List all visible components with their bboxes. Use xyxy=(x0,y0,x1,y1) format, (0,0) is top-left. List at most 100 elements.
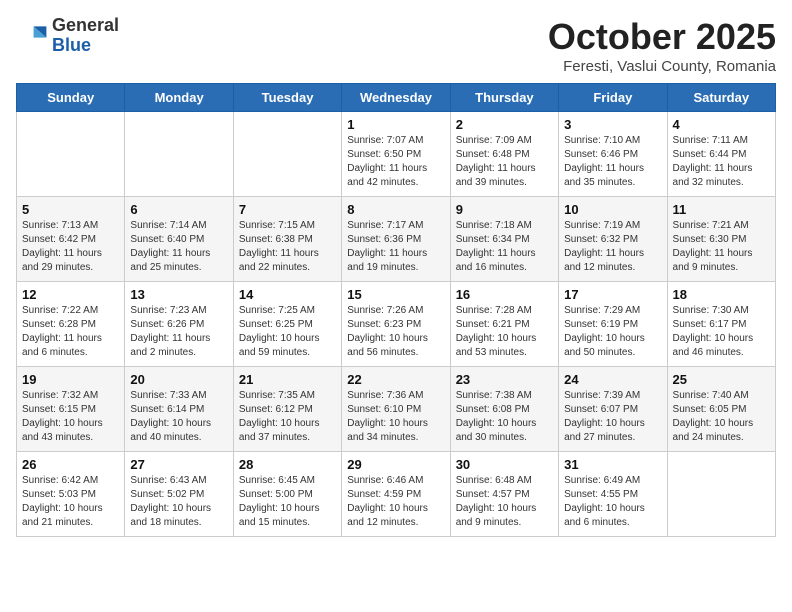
day-number: 5 xyxy=(22,202,119,217)
day-info: Sunrise: 7:17 AM Sunset: 6:36 PM Dayligh… xyxy=(347,219,444,275)
day-info: Sunrise: 6:49 AM Sunset: 4:55 PM Dayligh… xyxy=(564,474,661,530)
day-number: 14 xyxy=(239,287,336,302)
page-header: General Blue October 2025 Feresti, Vaslu… xyxy=(16,16,776,75)
calendar-day-cell: 31 Sunrise: 6:49 AM Sunset: 4:55 PM Dayli… xyxy=(559,452,667,537)
calendar-day-cell: 15Sunrise: 7:26 AM Sunset: 6:23 PM Dayli… xyxy=(342,282,450,367)
weekday-header-row: SundayMondayTuesdayWednesdayThursdayFrid… xyxy=(17,84,776,112)
weekday-header-cell: Monday xyxy=(125,84,233,112)
day-number: 18 xyxy=(673,287,770,302)
calendar-day-cell: 6 Sunrise: 7:14 AM Sunset: 6:40 PM Daylig… xyxy=(125,197,233,282)
day-info: Sunrise: 7:18 AM Sunset: 6:34 PM Dayligh… xyxy=(456,219,553,275)
calendar-day-cell: 17Sunrise: 7:29 AM Sunset: 6:19 PM Dayli… xyxy=(559,282,667,367)
day-info: Sunrise: 7:35 AM Sunset: 6:12 PM Dayligh… xyxy=(239,389,336,445)
day-number: 10 xyxy=(564,202,661,217)
calendar-day-cell: 4Sunrise: 7:11 AM Sunset: 6:44 PM Daylig… xyxy=(667,112,775,197)
day-number: 22 xyxy=(347,372,444,387)
day-info: Sunrise: 7:39 AM Sunset: 6:07 PM Dayligh… xyxy=(564,389,661,445)
day-number: 17 xyxy=(564,287,661,302)
day-info: Sunrise: 7:30 AM Sunset: 6:17 PM Dayligh… xyxy=(673,304,770,360)
day-number: 29 xyxy=(347,457,444,472)
calendar-day-cell: 1 Sunrise: 7:07 AM Sunset: 6:50 PM Daylig… xyxy=(342,112,450,197)
day-number: 31 xyxy=(564,457,661,472)
calendar-day-cell: 13 Sunrise: 7:23 AM Sunset: 6:26 PM Dayli… xyxy=(125,282,233,367)
logo-general-text: General xyxy=(52,15,119,35)
day-info: Sunrise: 7:22 AM Sunset: 6:28 PM Dayligh… xyxy=(22,304,119,360)
day-number: 1 xyxy=(347,117,444,132)
day-info: Sunrise: 7:07 AM Sunset: 6:50 PM Dayligh… xyxy=(347,134,444,190)
logo: General Blue xyxy=(16,16,119,56)
day-info: Sunrise: 6:43 AM Sunset: 5:02 PM Dayligh… xyxy=(130,474,227,530)
day-info: Sunrise: 7:10 AM Sunset: 6:46 PM Dayligh… xyxy=(564,134,661,190)
calendar-day-cell xyxy=(667,452,775,537)
calendar-day-cell: 25 Sunrise: 7:40 AM Sunset: 6:05 PM Dayli… xyxy=(667,367,775,452)
calendar-week-row: 1 Sunrise: 7:07 AM Sunset: 6:50 PM Daylig… xyxy=(17,112,776,197)
calendar-day-cell: 29Sunrise: 6:46 AM Sunset: 4:59 PM Dayli… xyxy=(342,452,450,537)
day-info: Sunrise: 7:13 AM Sunset: 6:42 PM Dayligh… xyxy=(22,219,119,275)
calendar-day-cell: 9 Sunrise: 7:18 AM Sunset: 6:34 PM Daylig… xyxy=(450,197,558,282)
calendar-body: 1 Sunrise: 7:07 AM Sunset: 6:50 PM Daylig… xyxy=(17,112,776,537)
calendar-day-cell xyxy=(233,112,341,197)
day-info: Sunrise: 6:48 AM Sunset: 4:57 PM Dayligh… xyxy=(456,474,553,530)
calendar-day-cell: 28 Sunrise: 6:45 AM Sunset: 5:00 PM Dayli… xyxy=(233,452,341,537)
calendar-day-cell: 18 Sunrise: 7:30 AM Sunset: 6:17 PM Dayli… xyxy=(667,282,775,367)
weekday-header-cell: Wednesday xyxy=(342,84,450,112)
day-info: Sunrise: 7:28 AM Sunset: 6:21 PM Dayligh… xyxy=(456,304,553,360)
calendar-day-cell: 16 Sunrise: 7:28 AM Sunset: 6:21 PM Dayli… xyxy=(450,282,558,367)
day-number: 3 xyxy=(564,117,661,132)
day-number: 25 xyxy=(673,372,770,387)
calendar-day-cell: 8 Sunrise: 7:17 AM Sunset: 6:36 PM Daylig… xyxy=(342,197,450,282)
day-info: Sunrise: 6:42 AM Sunset: 5:03 PM Dayligh… xyxy=(22,474,119,530)
day-info: Sunrise: 7:14 AM Sunset: 6:40 PM Dayligh… xyxy=(130,219,227,275)
day-info: Sunrise: 6:45 AM Sunset: 5:00 PM Dayligh… xyxy=(239,474,336,530)
calendar-day-cell: 26 Sunrise: 6:42 AM Sunset: 5:03 PM Dayli… xyxy=(17,452,125,537)
calendar-day-cell: 27 Sunrise: 6:43 AM Sunset: 5:02 PM Dayli… xyxy=(125,452,233,537)
calendar-day-cell: 5 Sunrise: 7:13 AM Sunset: 6:42 PM Daylig… xyxy=(17,197,125,282)
day-number: 30 xyxy=(456,457,553,472)
day-number: 9 xyxy=(456,202,553,217)
weekday-header-cell: Tuesday xyxy=(233,84,341,112)
weekday-header-cell: Friday xyxy=(559,84,667,112)
day-info: Sunrise: 7:15 AM Sunset: 6:38 PM Dayligh… xyxy=(239,219,336,275)
day-number: 8 xyxy=(347,202,444,217)
calendar-day-cell xyxy=(17,112,125,197)
calendar-day-cell: 12Sunrise: 7:22 AM Sunset: 6:28 PM Dayli… xyxy=(17,282,125,367)
day-number: 27 xyxy=(130,457,227,472)
calendar-day-cell: 2 Sunrise: 7:09 AM Sunset: 6:48 PM Daylig… xyxy=(450,112,558,197)
day-number: 15 xyxy=(347,287,444,302)
day-info: Sunrise: 7:09 AM Sunset: 6:48 PM Dayligh… xyxy=(456,134,553,190)
calendar-day-cell: 3 Sunrise: 7:10 AM Sunset: 6:46 PM Daylig… xyxy=(559,112,667,197)
day-number: 24 xyxy=(564,372,661,387)
day-number: 6 xyxy=(130,202,227,217)
weekday-header-cell: Sunday xyxy=(17,84,125,112)
day-info: Sunrise: 7:40 AM Sunset: 6:05 PM Dayligh… xyxy=(673,389,770,445)
day-number: 11 xyxy=(673,202,770,217)
month-year-title: October 2025 xyxy=(548,16,776,58)
day-info: Sunrise: 7:19 AM Sunset: 6:32 PM Dayligh… xyxy=(564,219,661,275)
day-number: 2 xyxy=(456,117,553,132)
day-number: 21 xyxy=(239,372,336,387)
calendar-day-cell: 19 Sunrise: 7:32 AM Sunset: 6:15 PM Dayli… xyxy=(17,367,125,452)
calendar-day-cell: 30 Sunrise: 6:48 AM Sunset: 4:57 PM Dayli… xyxy=(450,452,558,537)
calendar-day-cell xyxy=(125,112,233,197)
calendar-day-cell: 14 Sunrise: 7:25 AM Sunset: 6:25 PM Dayli… xyxy=(233,282,341,367)
calendar-week-row: 5 Sunrise: 7:13 AM Sunset: 6:42 PM Daylig… xyxy=(17,197,776,282)
day-number: 16 xyxy=(456,287,553,302)
calendar-day-cell: 21 Sunrise: 7:35 AM Sunset: 6:12 PM Dayli… xyxy=(233,367,341,452)
day-number: 26 xyxy=(22,457,119,472)
calendar-table: SundayMondayTuesdayWednesdayThursdayFrid… xyxy=(16,83,776,537)
day-number: 19 xyxy=(22,372,119,387)
day-info: Sunrise: 7:33 AM Sunset: 6:14 PM Dayligh… xyxy=(130,389,227,445)
day-number: 20 xyxy=(130,372,227,387)
day-number: 28 xyxy=(239,457,336,472)
day-number: 7 xyxy=(239,202,336,217)
day-info: Sunrise: 7:25 AM Sunset: 6:25 PM Dayligh… xyxy=(239,304,336,360)
logo-blue-text: Blue xyxy=(52,35,91,55)
calendar-day-cell: 20 Sunrise: 7:33 AM Sunset: 6:14 PM Dayli… xyxy=(125,367,233,452)
logo-icon xyxy=(16,20,48,52)
day-info: Sunrise: 7:32 AM Sunset: 6:15 PM Dayligh… xyxy=(22,389,119,445)
weekday-header-cell: Thursday xyxy=(450,84,558,112)
title-block: October 2025 Feresti, Vaslui County, Rom… xyxy=(548,16,776,75)
day-number: 13 xyxy=(130,287,227,302)
day-info: Sunrise: 7:11 AM Sunset: 6:44 PM Dayligh… xyxy=(673,134,770,190)
day-info: Sunrise: 7:23 AM Sunset: 6:26 PM Dayligh… xyxy=(130,304,227,360)
